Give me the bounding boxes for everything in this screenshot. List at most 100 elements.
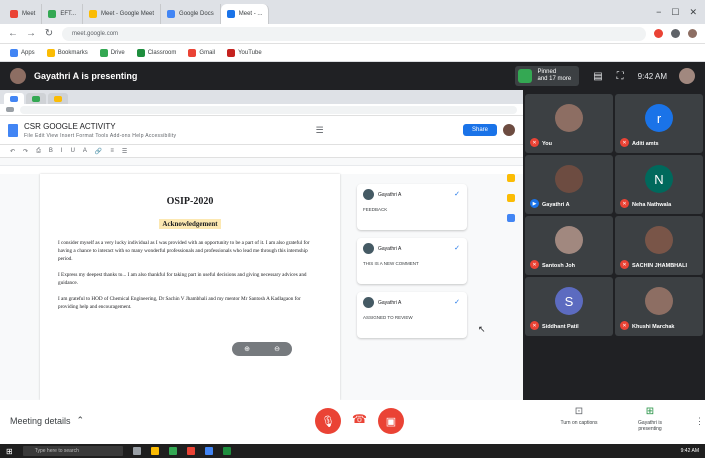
participant-name: You <box>542 141 552 147</box>
app-icon[interactable] <box>186 447 195 455</box>
taskbar-clock[interactable]: 9:42 AM <box>681 448 699 454</box>
layout-icon[interactable]: ▤ <box>593 71 602 82</box>
chrome-icon[interactable] <box>168 447 177 455</box>
participant-tile[interactable]: S ✕ Siddhant Patil <box>525 277 613 336</box>
redo-icon: ↷ <box>23 148 29 155</box>
bookmark-item[interactable]: YouTube <box>227 48 262 57</box>
fullscreen-icon[interactable]: ⛶ <box>617 71 624 82</box>
participant-avatar: r <box>645 104 673 132</box>
participant-tile[interactable]: ▶ Gayathri A <box>525 155 613 214</box>
participant-name: Siddhant Patil <box>542 324 579 330</box>
camera-toggle-button[interactable]: ▣ <box>378 408 404 434</box>
participant-name: Neha Nathwala <box>632 202 672 208</box>
comment-card: Gayathri A ✓ FEEDBACK <box>357 184 467 230</box>
docs-header: CSR GOOGLE ACTIVITY File Edit View Inser… <box>0 116 523 144</box>
bookmark-icon <box>227 48 236 57</box>
captions-label: Turn on captions <box>560 420 598 426</box>
print-icon: ⎙ <box>36 147 41 154</box>
captions-button[interactable]: ⊡ Turn on captions <box>555 406 603 426</box>
doc-menu-bar: File Edit View Insert Format Tools Add-o… <box>24 132 177 139</box>
shared-tab <box>4 93 24 104</box>
shared-tab-strip <box>0 90 523 104</box>
browser-tab[interactable]: Meet <box>4 4 43 24</box>
bold-icon: B <box>48 148 53 154</box>
undo-icon: ↶ <box>10 148 16 155</box>
participant-tile[interactable]: ✕ SACHIN JHAMBHALI <box>615 216 703 275</box>
mic-toggle-button[interactable]: 🎙 <box>315 408 341 434</box>
participant-avatar: N <box>645 165 673 193</box>
participant-tile[interactable]: ✕ Khushi Marchak <box>615 277 703 336</box>
minimize-icon[interactable]: − <box>656 7 661 18</box>
participant-tile[interactable]: ✕ You <box>525 94 613 153</box>
captions-icon: ⊡ <box>574 406 584 417</box>
doc-subheading: Acknowledgement <box>159 219 221 229</box>
task-view-icon[interactable] <box>132 447 141 455</box>
participant-tile[interactable]: N ✕ Neha Nathwala <box>615 155 703 214</box>
tab-favicon-icon <box>48 10 57 18</box>
file-explorer-icon[interactable] <box>150 447 159 455</box>
more-options-icon[interactable]: ⋮ <box>695 416 704 427</box>
bookmark-item[interactable]: Drive <box>99 48 125 57</box>
bookmark-item[interactable]: Apps <box>10 48 35 57</box>
tab-favicon-icon <box>89 10 98 18</box>
participant-name: Khushi Marchak <box>632 324 675 330</box>
extension-icon[interactable] <box>671 29 680 38</box>
windows-start-icon[interactable]: ⊞ <box>6 447 13 456</box>
browser-tab[interactable]: EFT... <box>42 4 84 24</box>
comment-author: Gayathri A <box>378 245 402 252</box>
extension-icon[interactable] <box>654 29 663 38</box>
tab-favicon-icon <box>226 10 235 18</box>
participant-name: SACHIN JHAMBHALI <box>632 263 687 269</box>
comment-avatar <box>363 243 374 254</box>
lock-icon <box>6 107 14 112</box>
taskbar-search-input[interactable]: Type here to search <box>22 446 123 456</box>
pin-line-1: Pinned <box>537 69 557 75</box>
app-icon[interactable] <box>204 447 213 455</box>
reload-icon[interactable]: ↻ <box>44 28 54 39</box>
browser-tab-active[interactable]: Meet - ... <box>220 4 270 24</box>
presenting-button[interactable]: ⊞ Gayathri is presenting <box>626 406 674 432</box>
close-icon[interactable]: ✕ <box>689 7 697 18</box>
bookmark-item[interactable]: Gmail <box>188 48 215 57</box>
bookmark-item[interactable]: Classroom <box>136 48 176 57</box>
comment-avatar <box>363 189 374 200</box>
doc-canvas: OSIP-2020 Acknowledgement I consider mys… <box>0 174 523 400</box>
resolve-check-icon: ✓ <box>454 245 460 252</box>
bookmark-icon <box>99 48 108 57</box>
pin-line-2: and 17 more <box>537 76 572 82</box>
doc-title: CSR GOOGLE ACTIVITY <box>24 121 116 131</box>
participant-avatar <box>645 287 673 315</box>
comment-card: Gayathri A ✓ ASSIGNED TO REVIEW <box>357 292 467 338</box>
profile-icon[interactable] <box>688 29 697 38</box>
tasks-icon <box>507 214 515 222</box>
app-icon[interactable] <box>222 447 231 455</box>
browser-tab[interactable]: Meet - Google Meet <box>83 4 162 24</box>
keep-icon <box>507 194 515 202</box>
participant-tile[interactable]: r ✕ Aditi amts <box>615 94 703 153</box>
calendar-icon <box>507 174 515 182</box>
bookmark-item[interactable]: Bookmarks <box>46 48 88 57</box>
self-avatar[interactable] <box>679 68 695 84</box>
back-icon[interactable]: ← <box>8 28 18 39</box>
mic-off-icon: ✕ <box>620 321 629 330</box>
docs-side-panel <box>507 174 515 222</box>
presenter-avatar <box>10 68 26 84</box>
share-button: Share <box>462 124 497 136</box>
pinned-chip[interactable]: Pinned and 17 more <box>515 66 580 86</box>
doc-paragraph: I consider myself as a very lucky indivi… <box>58 240 310 262</box>
browser-tab[interactable]: Google Docs <box>161 4 221 24</box>
participant-tile[interactable]: ✕ Santosh Joh <box>525 216 613 275</box>
hang-up-button[interactable]: ☎ <box>352 412 367 426</box>
mic-off-icon: ✕ <box>620 260 629 269</box>
shared-address-bar <box>0 104 523 116</box>
mic-off-icon: ✕ <box>530 260 539 269</box>
shared-url <box>20 105 517 114</box>
comment-author: Gayathri A <box>378 191 402 198</box>
forward-icon[interactable]: → <box>26 28 36 39</box>
shared-tab <box>26 93 46 104</box>
bookmarks-bar: Apps Bookmarks Drive Classroom Gmail You… <box>0 44 705 62</box>
meeting-details-button[interactable]: Meeting details ⌃ <box>10 415 84 426</box>
maximize-icon[interactable]: ☐ <box>671 7 679 18</box>
url-input[interactable]: meet.google.com <box>62 26 646 41</box>
docs-logo-icon <box>8 123 18 137</box>
